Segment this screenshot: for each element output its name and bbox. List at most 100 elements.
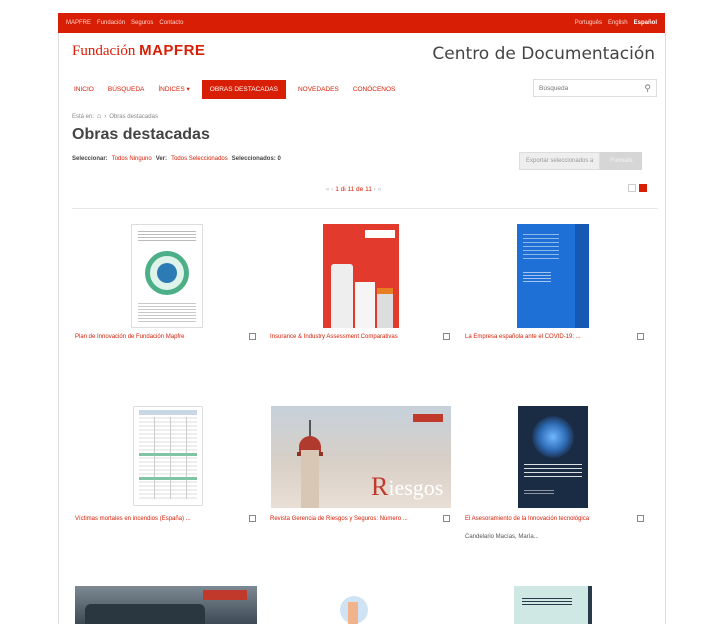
- cover-item-9[interactable]: [514, 586, 592, 624]
- top-links: MAPFRE Fundación Seguros Contacto: [66, 20, 183, 26]
- cover-diagram-core: [157, 263, 177, 283]
- pager-last[interactable]: »: [378, 186, 382, 193]
- grid-view-icon[interactable]: [639, 184, 647, 192]
- view-label: Ver:: [155, 156, 168, 162]
- breadcrumb-prefix: Está en:: [72, 113, 95, 120]
- search-box: ⚲: [533, 79, 657, 97]
- search-icon[interactable]: ⚲: [644, 83, 651, 94]
- top-link-contacto[interactable]: Contacto: [159, 20, 183, 26]
- cover-text-lines: [524, 490, 554, 496]
- cover-illustration-figure: [348, 602, 358, 624]
- cover-vehicle-image: [85, 604, 205, 624]
- nav-item-indices[interactable]: ÍNDICES ▾: [156, 85, 191, 93]
- select-label: Seleccionar:: [72, 156, 108, 162]
- divider: [72, 208, 658, 209]
- select-checkbox-1[interactable]: [249, 333, 256, 340]
- select-checkbox-3[interactable]: [637, 333, 644, 340]
- item-author-6: Candelario Macías, María...: [465, 534, 539, 540]
- cover-badge: [413, 414, 443, 422]
- item-title-3[interactable]: La Empresa española ante el COVID-19: ..…: [465, 333, 625, 342]
- top-link-seguros[interactable]: Seguros: [131, 20, 153, 26]
- cover-spine: [575, 224, 589, 328]
- nav-item-novedades[interactable]: NOVEDADES: [296, 86, 341, 93]
- cover-product-image: [355, 282, 375, 328]
- cover-table-highlight: [139, 477, 197, 480]
- pager-next[interactable]: ›: [374, 186, 376, 193]
- home-icon[interactable]: ⌂: [97, 113, 101, 120]
- cover-tech-graphic: [532, 416, 574, 458]
- breadcrumb-separator: ›: [104, 113, 107, 120]
- item-title-1[interactable]: Plan de Innovación de Fundación Mapfre: [75, 333, 235, 342]
- pager-status: 1 di 11 de 11: [335, 186, 372, 193]
- cover-item-8[interactable]: [330, 590, 376, 624]
- logo-brand: MAPFRE: [139, 42, 206, 59]
- cover-wordmark-initial: R: [371, 472, 389, 501]
- select-all-none-link[interactable]: Todos Ninguno: [112, 156, 152, 162]
- lighthouse-tower: [301, 450, 319, 508]
- selection-bar: Seleccionar: Todos Ninguno Ver: Todos Se…: [72, 156, 281, 162]
- pager-first[interactable]: «: [326, 186, 330, 193]
- nav-item-obras-destacadas[interactable]: OBRAS DESTACADAS: [201, 79, 286, 99]
- cover-text-lines: [523, 272, 551, 282]
- nav-item-inicio[interactable]: INICIO: [72, 86, 96, 93]
- view-filter-link[interactable]: Todos Seleccionados: [171, 156, 228, 162]
- frame-border-left: [58, 33, 59, 624]
- search-input[interactable]: [539, 84, 629, 92]
- item-title-2[interactable]: Insurance & Industry Assessment Comparat…: [270, 333, 420, 342]
- cover-wordmark: Riesgos: [371, 472, 443, 502]
- language-switcher: Português English Español: [575, 20, 657, 26]
- selected-count: Seleccionados: 0: [231, 156, 281, 162]
- cover-table-header: [139, 410, 197, 415]
- cover-revista-riesgos[interactable]: Riesgos: [271, 406, 451, 508]
- cover-text-lines: [522, 598, 572, 606]
- export-control: Exportar seleccionados a Formato: [519, 152, 643, 170]
- top-bar: MAPFRE Fundación Seguros Contacto Portug…: [0, 0, 707, 38]
- cover-item-7[interactable]: [75, 586, 257, 624]
- logo-script: Fundación: [72, 43, 136, 59]
- cover-text-lines: [138, 303, 196, 323]
- top-link-mapfre[interactable]: MAPFRE: [66, 20, 91, 26]
- select-checkbox-2[interactable]: [443, 333, 450, 340]
- nav-item-conocenos[interactable]: CONÓCENOS: [351, 86, 398, 93]
- item-title-4[interactable]: Víctimas mortales en incendios (España) …: [75, 515, 243, 524]
- cover-plan-innovacion[interactable]: [131, 224, 203, 328]
- lang-english[interactable]: English: [608, 20, 628, 26]
- cover-empresa-covid[interactable]: [517, 224, 589, 328]
- item-title-5[interactable]: Revista Gerencia de Riesgos y Seguros: N…: [270, 515, 430, 524]
- cover-text-lines: [523, 234, 559, 262]
- cover-victimas-incendios[interactable]: [133, 406, 203, 506]
- site-title: Centro de Documentación: [432, 44, 655, 64]
- pager-prev[interactable]: ‹: [331, 186, 333, 193]
- export-selected-button[interactable]: Exportar seleccionados a: [519, 152, 601, 170]
- cover-text-lines: [524, 464, 582, 480]
- export-format-select[interactable]: Formato: [600, 152, 643, 170]
- nav-item-busqueda[interactable]: BÚSQUEDA: [106, 86, 146, 93]
- cover-product-image: [331, 264, 353, 328]
- page-title: Obras destacadas: [72, 126, 210, 143]
- top-strip: MAPFRE Fundación Seguros Contacto Portug…: [58, 13, 665, 33]
- frame-border-right: [665, 33, 666, 624]
- lang-espanol[interactable]: Español: [634, 20, 657, 26]
- cover-text-lines: [138, 231, 196, 243]
- cover-insurance-industry[interactable]: [323, 224, 399, 328]
- select-checkbox-6[interactable]: [637, 515, 644, 522]
- view-toggle: [628, 184, 647, 192]
- cover-asesoramiento-innovacion[interactable]: [518, 406, 588, 508]
- select-checkbox-5[interactable]: [443, 515, 450, 522]
- select-checkbox-4[interactable]: [249, 515, 256, 522]
- list-view-icon[interactable]: [628, 184, 636, 192]
- cover-table: [139, 417, 197, 499]
- lang-portugues[interactable]: Português: [575, 20, 602, 26]
- cover-spine: [588, 586, 592, 624]
- main-nav: INICIO BÚSQUEDA ÍNDICES ▾ OBRAS DESTACAD…: [72, 78, 397, 100]
- breadcrumb-current: Obras destacadas: [109, 113, 158, 120]
- item-title-6[interactable]: El Asesoramiento de la Innovación tecnol…: [465, 515, 605, 524]
- cover-product-image: [377, 294, 393, 328]
- cover-badge: [203, 590, 247, 600]
- top-link-fundacion[interactable]: Fundación: [97, 20, 125, 26]
- breadcrumb: Está en: ⌂ › Obras destacadas: [72, 113, 158, 120]
- logo[interactable]: Fundación MAPFRE: [72, 42, 205, 60]
- cover-wordmark-rest: iesgos: [388, 475, 444, 500]
- pagination: « ‹ 1 di 11 de 11 › »: [0, 186, 707, 193]
- cover-badge: [365, 230, 395, 238]
